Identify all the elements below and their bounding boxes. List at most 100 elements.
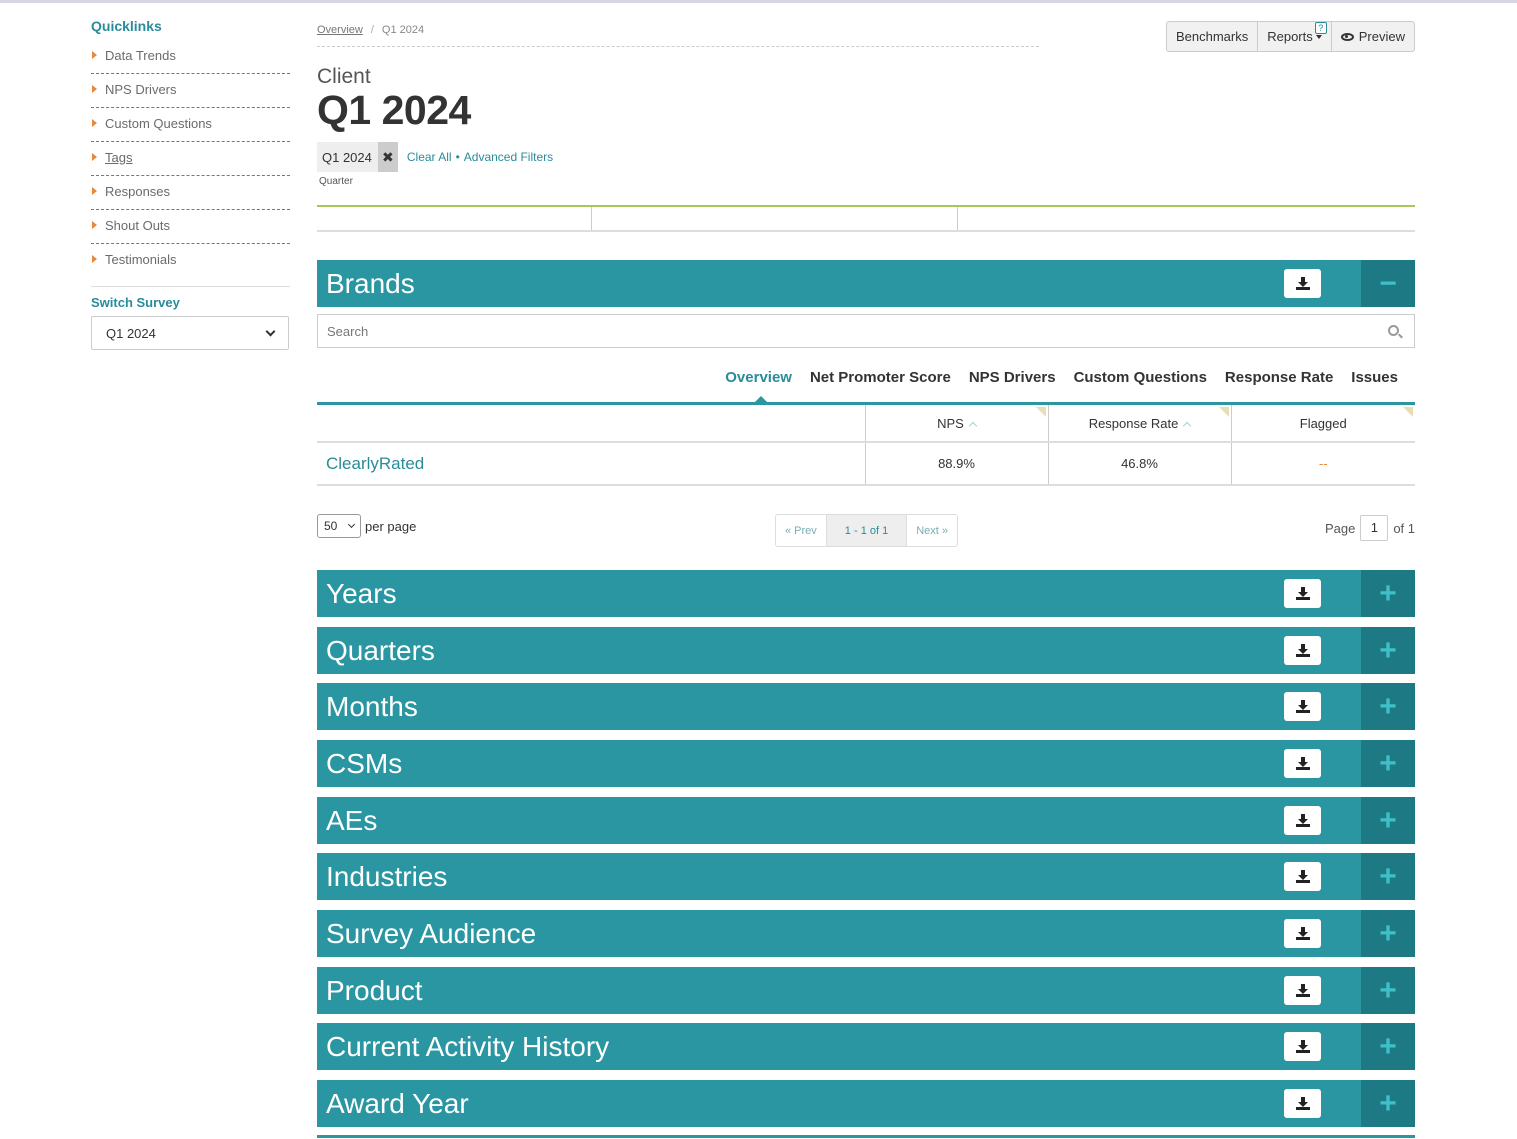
sort-up-icon [968,421,978,430]
expand-toggle[interactable]: + [1361,853,1415,900]
column-header-nps[interactable]: NPS [864,405,1048,443]
sort-up-icon [1183,421,1192,430]
preview-button[interactable]: Preview [1332,22,1414,51]
download-icon [1295,276,1310,291]
flagged-cell: -- [1230,442,1415,486]
next-page-button[interactable]: Next » [907,515,957,546]
switch-survey-select[interactable]: Q1 2024 [91,316,289,350]
download-button[interactable] [1284,1032,1321,1061]
quicklink-label: Shout Outs [105,218,171,233]
quicklink-data-trends[interactable]: Data Trends [91,48,290,74]
per-page-select[interactable]: 50 [317,514,361,538]
expand-toggle[interactable]: + [1361,1023,1415,1070]
section-brands: Brands − [317,260,1415,307]
section-title: Current Activity History [326,1030,610,1062]
tab-overview[interactable]: Overview [725,365,792,405]
active-filters: Q1 2024 ✖ Clear All • Advanced Filters [317,142,1415,172]
quicklink-nps-drivers[interactable]: NPS Drivers [91,82,290,108]
download-button[interactable] [1284,862,1321,891]
section-months: Months + [317,683,1415,730]
top-border [0,0,1517,3]
next-section-edge [317,1135,1415,1138]
quicklinks-title: Quicklinks [91,18,162,34]
filter-chip: Q1 2024 ✖ [317,142,398,172]
expand-toggle[interactable]: + [1361,740,1415,787]
column-header-response-rate[interactable]: Response Rate [1047,405,1231,443]
switch-survey-title: Switch Survey [91,295,180,310]
section-title: CSMs [326,747,403,779]
per-page: 50 per page [317,514,416,538]
download-button[interactable] [1284,269,1321,298]
preview-label: Preview [1358,29,1405,44]
expand-toggle[interactable]: + [1361,570,1415,617]
download-icon [1295,1096,1310,1111]
brands-tabs: Overview Net Promoter Score NPS Drivers … [317,365,1415,405]
advanced-filters-link[interactable]: Advanced Filters [464,150,553,164]
caret-right-icon [92,85,97,93]
table-divider [957,207,958,230]
page-range: 1 - 1 of 1 [825,515,908,546]
section-quarters: Quarters + [317,627,1415,674]
benchmarks-label: Benchmarks [1175,29,1249,44]
download-button[interactable] [1284,636,1321,665]
quicklink-shout-outs[interactable]: Shout Outs [91,218,290,244]
download-button[interactable] [1284,976,1321,1005]
download-button[interactable] [1284,919,1321,948]
help-icon[interactable]: ? [1314,22,1327,34]
clear-all-link[interactable]: Clear All [407,150,452,164]
download-button[interactable] [1284,692,1321,721]
table-row: ClearlyRated 88.9% 46.8% -- [317,442,1415,486]
download-button[interactable] [1284,806,1321,835]
tab-net-promoter-score[interactable]: Net Promoter Score [810,365,951,402]
collapsed-table-remnant [317,205,1415,232]
download-button[interactable] [1284,579,1321,608]
expand-toggle[interactable]: + [1361,797,1415,844]
collapse-toggle[interactable]: − [1361,260,1415,307]
expand-toggle[interactable]: + [1361,1080,1415,1127]
switch-survey-value: Q1 2024 [106,325,156,341]
caret-right-icon [92,153,97,161]
sidebar: Quicklinks Data Trends NPS Drivers Custo… [91,18,290,350]
expand-toggle[interactable]: + [1361,683,1415,730]
reports-button[interactable]: Reports? [1258,22,1332,51]
breadcrumb-overview-link[interactable]: Overview [317,24,363,36]
caret-down-icon [1315,34,1322,39]
section-title: Brands [326,267,415,299]
brands-search-input[interactable]: Search [317,314,1415,348]
benchmarks-button[interactable]: Benchmarks [1167,22,1259,51]
brand-name-link[interactable]: ClearlyRated [317,442,865,486]
column-header-flagged[interactable]: Flagged [1230,405,1415,443]
filter-chip-sublabel: Quarter [319,176,353,187]
expand-toggle[interactable]: + [1361,967,1415,1014]
quicklink-tags[interactable]: Tags [91,150,290,176]
section-title: Award Year [326,1087,469,1119]
chevron-down-icon [265,326,276,336]
expand-toggle[interactable]: + [1361,627,1415,674]
section-title: Years [326,577,397,609]
download-button[interactable] [1284,749,1321,778]
column-header-name [317,405,865,443]
remove-filter-icon[interactable]: ✖ [377,142,398,172]
page-number-input[interactable]: 1 [1360,515,1389,541]
tab-nps-drivers[interactable]: NPS Drivers [969,365,1056,402]
tab-issues[interactable]: Issues [1351,365,1398,402]
quicklink-label: Responses [105,184,171,199]
tab-custom-questions[interactable]: Custom Questions [1074,365,1207,402]
toolbar: Benchmarks Reports? Preview [1165,21,1415,52]
download-icon [1295,926,1310,941]
page-jump: Page 1 of 1 [1325,514,1415,542]
tab-response-rate[interactable]: Response Rate [1225,365,1333,402]
quicklink-responses[interactable]: Responses [91,184,290,210]
quicklink-custom-questions[interactable]: Custom Questions [91,116,290,142]
quicklinks-list: Data Trends NPS Drivers Custom Questions… [91,48,290,278]
download-button[interactable] [1284,1089,1321,1118]
switch-survey: Switch Survey Q1 2024 [91,286,290,350]
nps-header-label: NPS [937,415,964,431]
prev-page-button[interactable]: « Prev [776,515,826,546]
download-icon [1295,586,1310,601]
expand-toggle[interactable]: + [1361,910,1415,957]
pagination: « Prev 1 - 1 of 1 Next » [775,514,959,547]
quicklink-testimonials[interactable]: Testimonials [91,252,290,278]
quicklink-label: Custom Questions [105,116,212,131]
search-icon[interactable] [1388,325,1399,336]
